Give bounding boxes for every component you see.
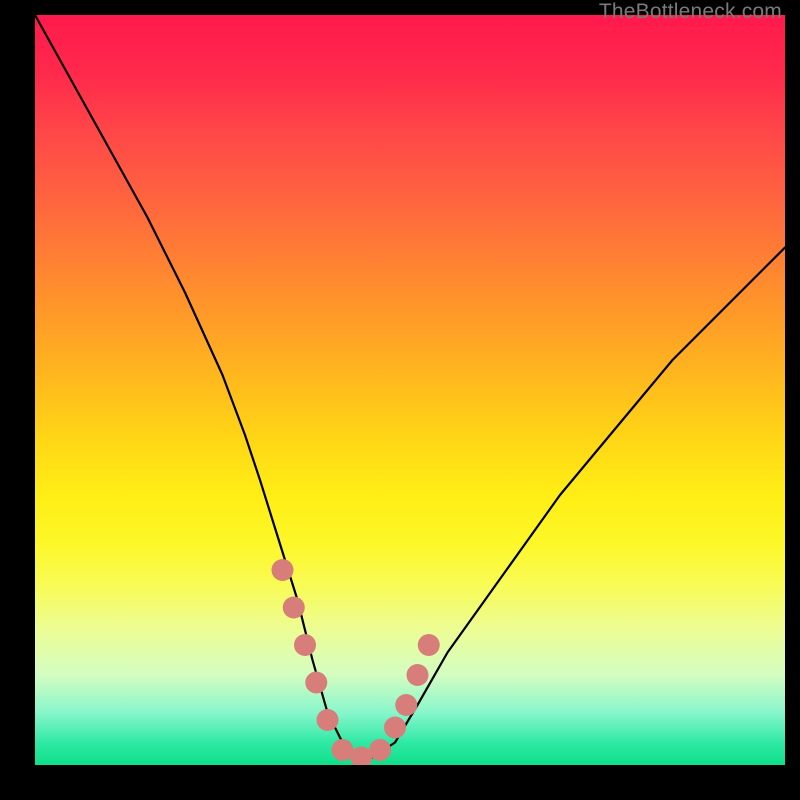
chart-frame: TheBottleneck.com xyxy=(0,0,800,800)
plot-area xyxy=(35,15,785,765)
highlight-dot xyxy=(395,694,417,716)
highlight-dot xyxy=(407,664,429,686)
highlight-dot xyxy=(283,597,305,619)
bottleneck-curve xyxy=(35,15,785,758)
highlight-dot xyxy=(305,672,327,694)
curve-svg xyxy=(35,15,785,765)
highlight-dot xyxy=(418,634,440,656)
highlight-dot xyxy=(332,739,354,761)
highlight-dot xyxy=(350,747,372,766)
watermark-text: TheBottleneck.com xyxy=(599,0,782,24)
highlight-dot xyxy=(369,739,391,761)
highlight-dot xyxy=(384,717,406,739)
highlight-dot xyxy=(317,709,339,731)
highlight-dot xyxy=(272,559,294,581)
highlight-dots-group xyxy=(272,559,440,765)
highlight-dot xyxy=(294,634,316,656)
